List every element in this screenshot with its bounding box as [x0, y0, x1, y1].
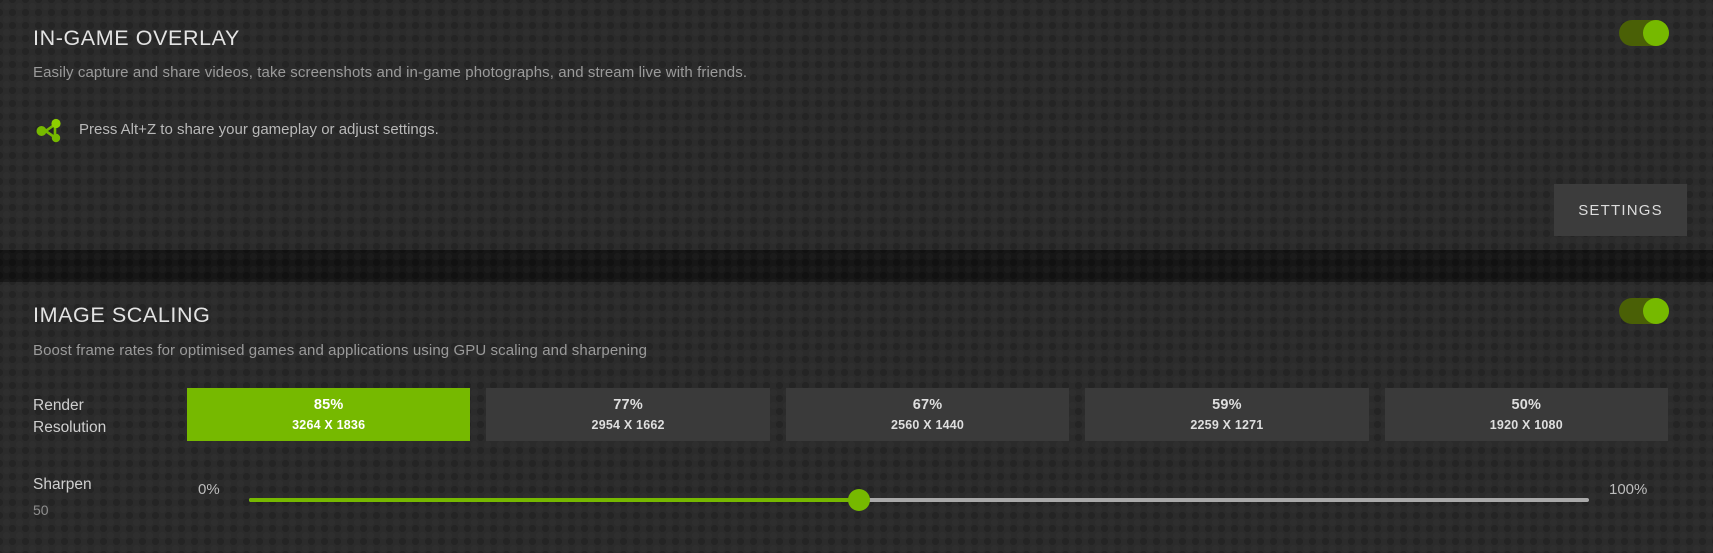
- section-divider: [0, 250, 1713, 282]
- render-resolution-option-4[interactable]: 50% 1920 X 1080: [1384, 388, 1669, 441]
- render-resolution-dimensions: 2954 X 1662: [591, 418, 665, 432]
- geforce-experience-settings-panel: IN-GAME OVERLAY Easily capture and share…: [0, 0, 1713, 553]
- render-resolution-dimensions: 2259 X 1271: [1190, 418, 1264, 432]
- render-resolution-dimensions: 2560 X 1440: [890, 418, 965, 432]
- render-resolution-label-line2: Resolution: [33, 419, 107, 436]
- toggle-knob: [1643, 20, 1669, 46]
- render-resolution-dimensions: 3264 X 1836: [292, 418, 366, 432]
- render-resolution-label-line1: Render: [33, 397, 84, 414]
- page-title-image-scaling: IMAGE SCALING: [33, 303, 211, 327]
- share-icon: [36, 118, 61, 143]
- divider-texture: [0, 250, 1713, 282]
- render-resolution-option-2[interactable]: 67% 2560 X 1440: [785, 388, 1070, 441]
- render-resolution-option-3[interactable]: 59% 2259 X 1271: [1085, 388, 1369, 441]
- overlay-hint-text: Press Alt+Z to share your gameplay or ad…: [79, 120, 439, 138]
- render-resolution-options: 85% 3264 X 1836 77% 2954 X 1662 67% 2560 X 14…: [187, 388, 1669, 441]
- page-title-in-game-overlay: IN-GAME OVERLAY: [33, 26, 240, 50]
- sharpen-label: Sharpen: [33, 476, 92, 493]
- overlay-hint-row: Press Alt+Z to share your gameplay or ad…: [33, 112, 439, 146]
- toggle-knob: [1643, 298, 1669, 324]
- render-resolution-percent: 77%: [613, 397, 643, 413]
- in-game-overlay-description: Easily capture and share videos, take sc…: [33, 64, 748, 81]
- render-resolution-option-1[interactable]: 77% 2954 X 1662: [486, 388, 770, 441]
- sharpen-min-label: 0%: [198, 481, 220, 498]
- render-resolution-label: Render Resolution: [33, 395, 173, 439]
- image-scaling-description: Boost frame rates for optimised games an…: [33, 342, 648, 359]
- render-resolution-option-0[interactable]: 85% 3264 X 1836: [187, 388, 471, 441]
- in-game-overlay-section: IN-GAME OVERLAY Easily capture and share…: [0, 0, 1713, 250]
- image-scaling-toggle[interactable]: [1619, 298, 1669, 324]
- render-resolution-percent: 59%: [1212, 397, 1242, 413]
- settings-button[interactable]: SETTINGS: [1554, 184, 1687, 236]
- sharpen-max-label: 100%: [1609, 481, 1648, 498]
- render-resolution-percent: 85%: [313, 397, 344, 413]
- sharpen-value: 50: [33, 502, 49, 518]
- in-game-overlay-toggle[interactable]: [1619, 20, 1669, 46]
- sharpen-slider[interactable]: [249, 485, 1589, 515]
- render-resolution-dimensions: 1920 X 1080: [1489, 418, 1563, 432]
- sharpen-slider-fill: [249, 498, 859, 502]
- sharpen-slider-thumb[interactable]: [847, 489, 870, 511]
- render-resolution-percent: 67%: [912, 397, 943, 413]
- render-resolution-percent: 50%: [1511, 397, 1542, 413]
